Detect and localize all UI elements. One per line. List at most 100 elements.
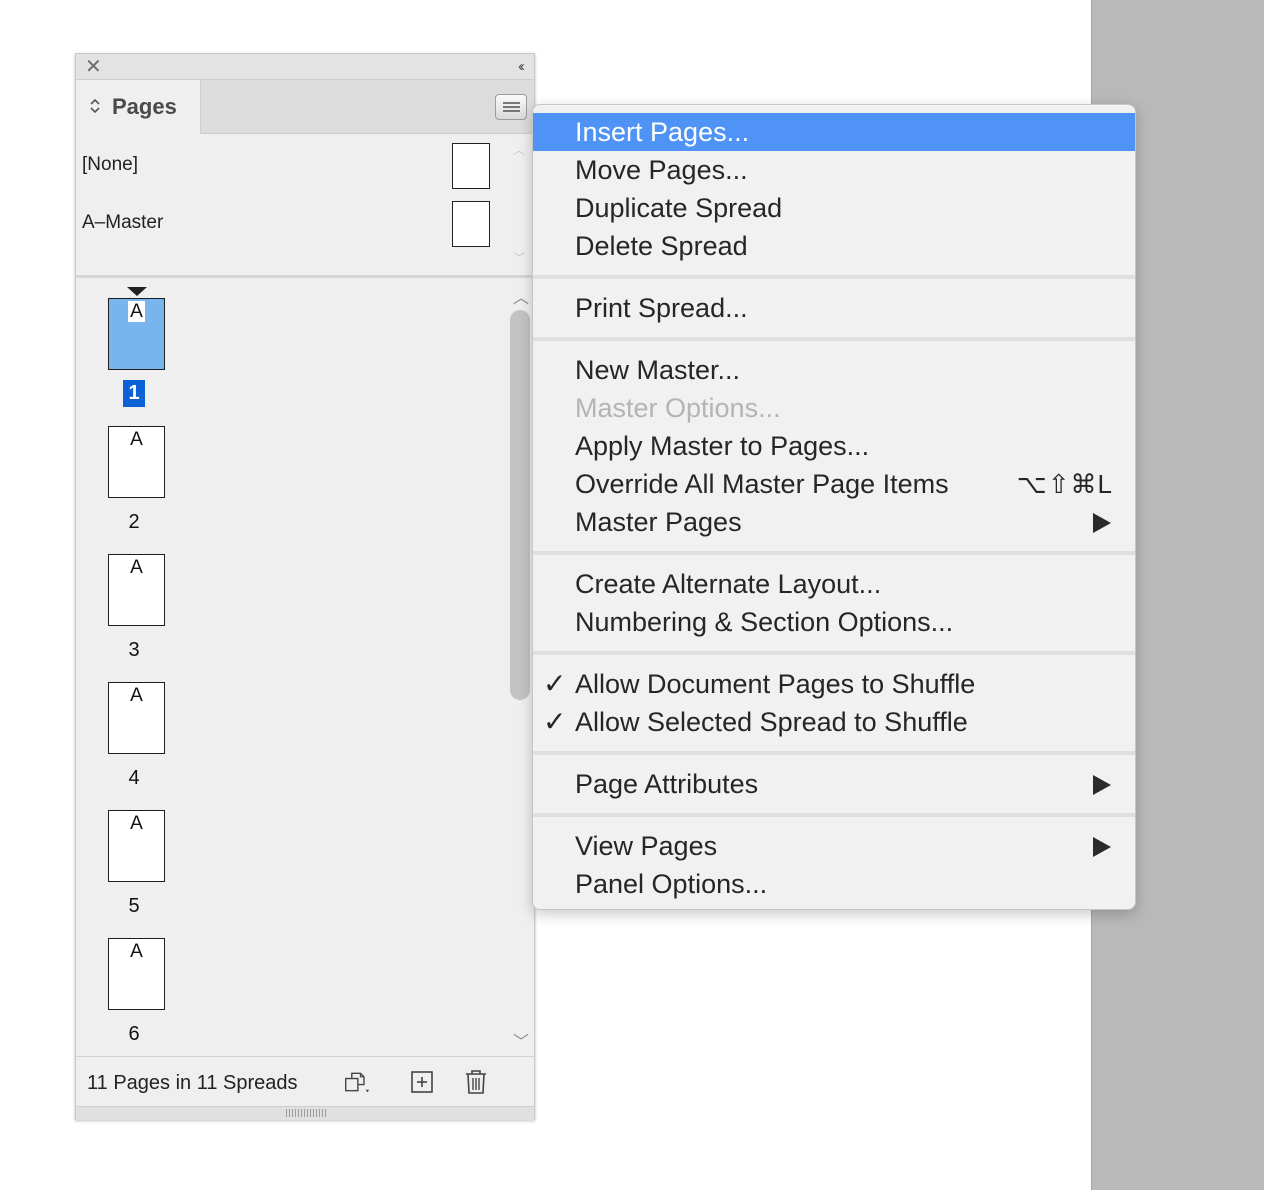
menu-item-override-master-items[interactable]: Override All Master Page Items ⌥⇧⌘L <box>533 465 1135 503</box>
panel-footer: 11 Pages in 11 Spreads <box>76 1056 534 1106</box>
trash-icon[interactable] <box>463 1069 489 1095</box>
pages-panel: ✕ ‹‹ Pages [None] A–Master ︿ ﹀ A 1 A 2 A… <box>75 53 535 1120</box>
menu-item-allow-selected-spread-shuffle[interactable]: ✓ Allow Selected Spread to Shuffle <box>533 703 1135 741</box>
menu-item-shortcut: ⌥⇧⌘L <box>1016 469 1113 499</box>
checkmark-icon: ✓ <box>543 706 567 737</box>
menu-item-label: Panel Options... <box>575 869 768 899</box>
pages-scrollbar[interactable]: ︿ ﹀ <box>509 278 533 1056</box>
menu-item-page-attributes[interactable]: Page Attributes <box>533 765 1135 803</box>
page-number-4: 4 <box>128 767 140 789</box>
menu-item-duplicate-spread[interactable]: Duplicate Spread <box>533 189 1135 227</box>
menu-item-new-master[interactable]: New Master... <box>533 351 1135 389</box>
menu-separator <box>533 337 1135 341</box>
page-number-6: 6 <box>128 1023 140 1045</box>
master-item-a-master[interactable]: A–Master <box>76 199 496 249</box>
edit-page-size-icon[interactable] <box>344 1069 370 1095</box>
menu-item-panel-options[interactable]: Panel Options... <box>533 865 1135 903</box>
expand-collapse-icon <box>90 98 100 114</box>
menu-item-label: Page Attributes <box>575 769 759 799</box>
page-master-prefix: A <box>130 813 143 834</box>
submenu-arrow-icon <box>1093 513 1111 533</box>
chevron-down-icon[interactable]: ﹀ <box>513 249 525 266</box>
chevron-up-icon[interactable]: ︿ <box>513 284 529 308</box>
page-thumbnail-5[interactable]: A <box>108 810 165 882</box>
spread-marker-icon <box>127 287 147 296</box>
page-master-prefix: A <box>130 557 143 578</box>
menu-item-label: Apply Master to Pages... <box>575 431 870 461</box>
collapse-icon[interactable]: ‹‹ <box>518 57 525 77</box>
page-number-3: 3 <box>128 639 140 661</box>
pages-panel-menu: Insert Pages... Move Pages... Duplicate … <box>532 104 1136 910</box>
menu-item-master-pages[interactable]: Master Pages <box>533 503 1135 541</box>
menu-item-master-options: Master Options... <box>533 389 1135 427</box>
page-master-prefix: A <box>109 301 164 323</box>
submenu-arrow-icon <box>1093 837 1111 857</box>
menu-separator <box>533 751 1135 755</box>
master-thumbnail[interactable] <box>452 143 490 189</box>
page-master-prefix: A <box>130 429 143 450</box>
chevron-up-icon[interactable]: ︿ <box>513 141 525 158</box>
page-master-prefix: A <box>130 941 143 962</box>
page-thumbnail-1[interactable]: A <box>108 298 165 370</box>
submenu-arrow-icon <box>1093 775 1111 795</box>
menu-item-label: New Master... <box>575 355 741 385</box>
menu-item-allow-document-pages-shuffle[interactable]: ✓ Allow Document Pages to Shuffle <box>533 665 1135 703</box>
menu-item-label: Allow Document Pages to Shuffle <box>575 669 976 699</box>
menu-item-label: Override All Master Page Items <box>575 469 949 499</box>
panel-tab-row: Pages <box>76 80 534 134</box>
menu-item-numbering-section-options[interactable]: Numbering & Section Options... <box>533 603 1135 641</box>
tab-label: Pages <box>112 94 177 119</box>
chevron-down-icon[interactable]: ﹀ <box>513 1028 529 1052</box>
menu-item-insert-pages[interactable]: Insert Pages... <box>533 113 1135 151</box>
menu-item-label: Numbering & Section Options... <box>575 607 954 637</box>
page-thumbnail-6[interactable]: A <box>108 938 165 1010</box>
menu-item-label: View Pages <box>575 831 718 861</box>
page-number-2: 2 <box>128 511 140 533</box>
menu-item-label: Insert Pages... <box>575 117 750 147</box>
page-thumbnail-2[interactable]: A <box>108 426 165 498</box>
menu-item-delete-spread[interactable]: Delete Spread <box>533 227 1135 265</box>
menu-item-label: Duplicate Spread <box>575 193 783 223</box>
menu-separator <box>533 651 1135 655</box>
pages-count-status: 11 Pages in 11 Spreads <box>87 1072 298 1094</box>
menu-item-print-spread[interactable]: Print Spread... <box>533 289 1135 327</box>
scroll-thumb[interactable] <box>510 310 530 700</box>
master-label: [None] <box>82 154 138 175</box>
menu-item-label: Create Alternate Layout... <box>575 569 882 599</box>
page-thumbnail-4[interactable]: A <box>108 682 165 754</box>
menu-item-label: Print Spread... <box>575 293 748 323</box>
panel-menu-icon <box>503 102 520 104</box>
master-label: A–Master <box>82 212 164 233</box>
menu-item-create-alternate-layout[interactable]: Create Alternate Layout... <box>533 565 1135 603</box>
panel-menu-icon-line <box>503 106 520 108</box>
panel-menu-button[interactable] <box>495 94 527 120</box>
menu-item-label: Move Pages... <box>575 155 748 185</box>
page-number-1: 1 <box>123 380 145 407</box>
menu-separator <box>533 275 1135 279</box>
menu-item-label: Master Pages <box>575 507 742 537</box>
checkmark-icon: ✓ <box>543 668 567 699</box>
grip-icon <box>286 1109 326 1117</box>
page-number-5: 5 <box>128 895 140 917</box>
menu-item-view-pages[interactable]: View Pages <box>533 827 1135 865</box>
page-master-prefix: A <box>130 685 143 706</box>
tab-pages[interactable]: Pages <box>76 80 201 134</box>
menu-item-label: Allow Selected Spread to Shuffle <box>575 707 968 737</box>
menu-separator <box>533 813 1135 817</box>
panel-titlebar: ✕ ‹‹ <box>76 54 534 80</box>
close-icon[interactable]: ✕ <box>85 57 102 77</box>
page-master-letter: A <box>128 301 145 322</box>
master-item-none[interactable]: [None] <box>76 141 496 191</box>
menu-item-label: Master Options... <box>575 393 781 423</box>
menu-item-move-pages[interactable]: Move Pages... <box>533 151 1135 189</box>
menu-item-apply-master[interactable]: Apply Master to Pages... <box>533 427 1135 465</box>
master-pages-section: [None] A–Master ︿ ﹀ <box>76 135 534 275</box>
panel-menu-icon-line <box>503 110 520 112</box>
menu-item-label: Delete Spread <box>575 231 748 261</box>
panel-resize-handle[interactable] <box>76 1106 534 1120</box>
document-pages-section: A 1 A 2 A 3 A 4 A 5 A 6 <box>76 278 534 1056</box>
new-page-icon[interactable] <box>409 1069 435 1095</box>
master-thumbnail[interactable] <box>452 201 490 247</box>
menu-separator <box>533 551 1135 555</box>
page-thumbnail-3[interactable]: A <box>108 554 165 626</box>
